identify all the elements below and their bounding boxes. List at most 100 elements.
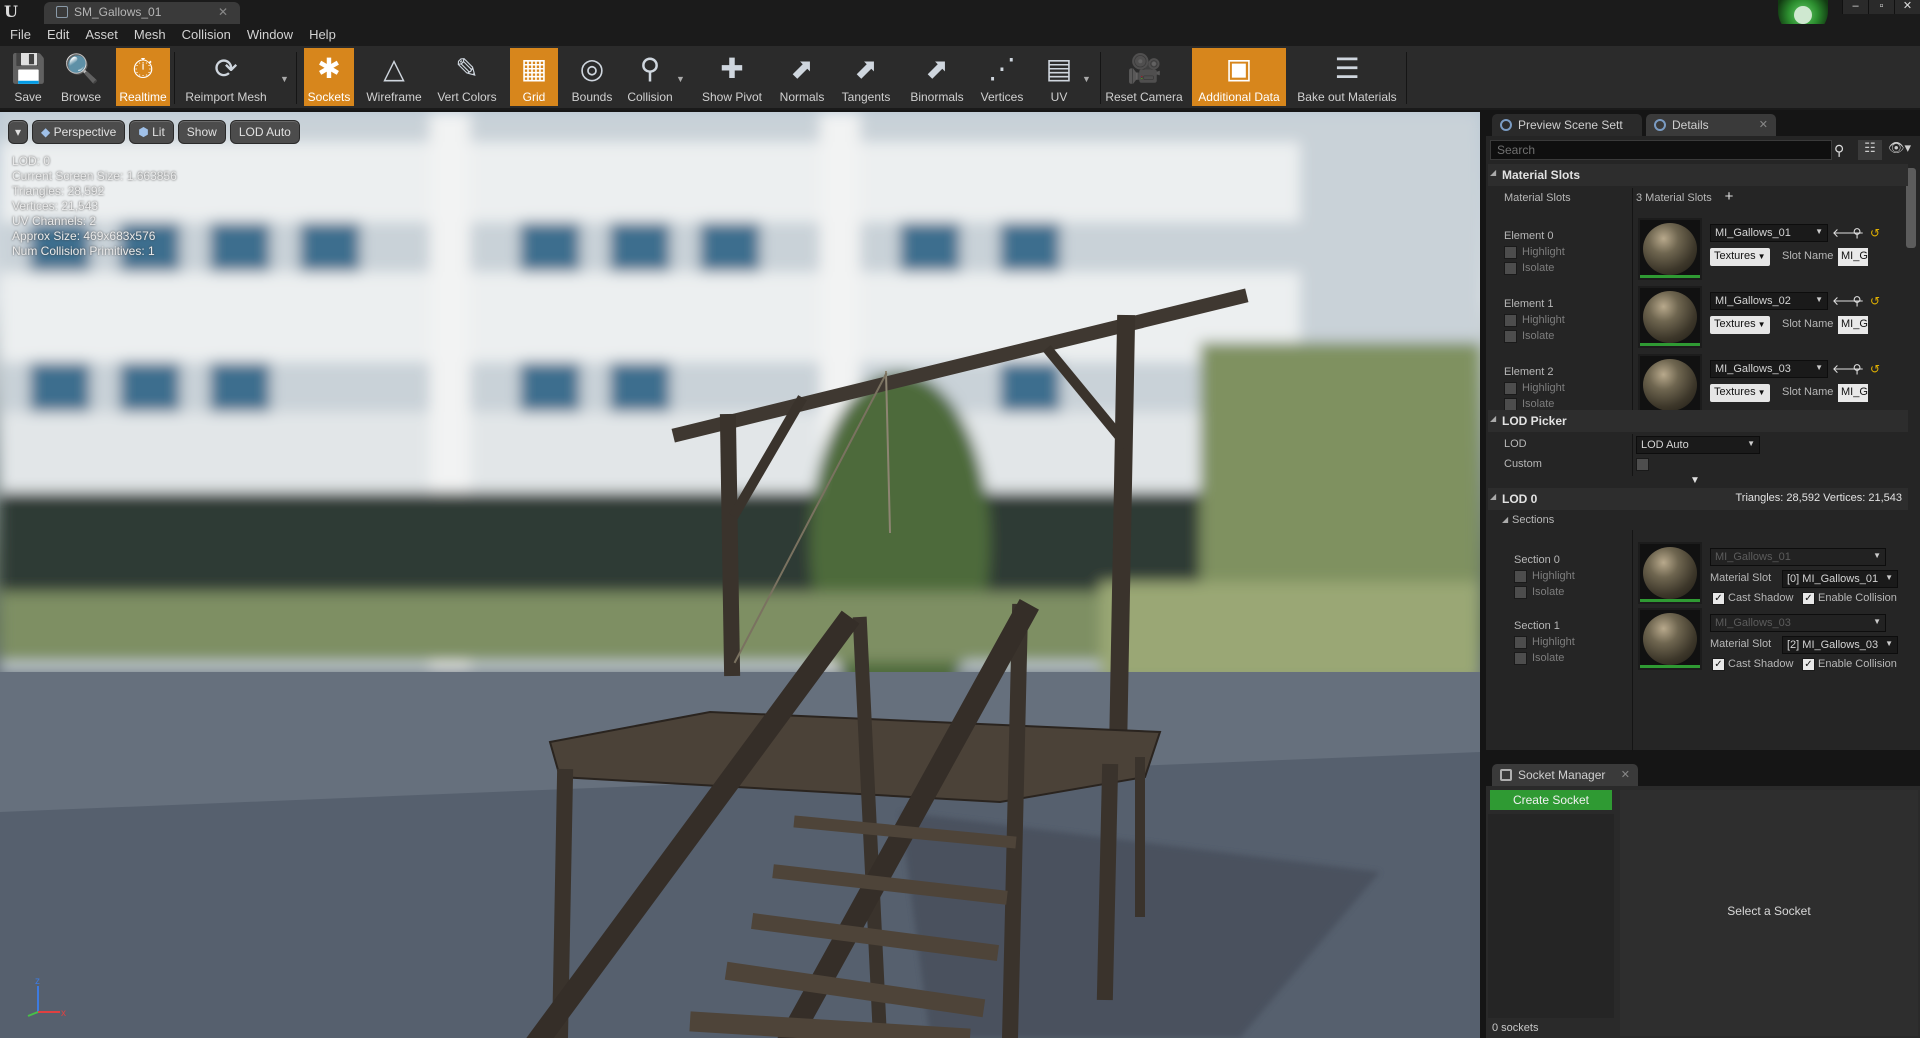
section-0-cast-shadow-checkbox[interactable]: ✓ <box>1712 592 1725 605</box>
element-0-material-combo[interactable]: MI_Gallows_01 ▼ <box>1710 224 1828 242</box>
section-0-highlight-checkbox[interactable]: Highlight <box>1514 570 1575 583</box>
checkbox[interactable] <box>1504 262 1517 275</box>
tab-details[interactable]: Details ✕ <box>1646 114 1776 136</box>
collision-button[interactable]: ⚲ Collision <box>622 48 678 106</box>
checkbox[interactable] <box>1514 636 1527 649</box>
reset-to-default-icon[interactable]: ↺ <box>1868 362 1882 376</box>
browse-asset-icon[interactable]: ⚲ <box>1850 226 1864 240</box>
section-0-material-thumbnail[interactable] <box>1638 542 1702 604</box>
menu-edit[interactable]: Edit <box>47 24 79 46</box>
element-0-material-thumbnail[interactable] <box>1638 218 1702 280</box>
checkbox[interactable] <box>1514 570 1527 583</box>
mesh-viewport[interactable]: ▾ ◆ Perspective ⬢ Lit Show LOD Auto LOD:… <box>0 112 1480 1038</box>
element-0-textures-button[interactable]: Textures ▼ <box>1710 248 1770 266</box>
checkbox[interactable] <box>1504 246 1517 259</box>
search-icon[interactable]: ⚲ <box>1834 142 1850 158</box>
uv-button[interactable]: ▤ UV <box>1036 48 1082 106</box>
lit-button[interactable]: ⬢ Lit <box>129 120 174 144</box>
expand-advanced-icon[interactable]: ▼ <box>1688 474 1702 488</box>
use-selected-arrow-icon[interactable]: 🡐 <box>1832 294 1864 308</box>
viewport-options-menu[interactable]: ▾ <box>8 120 29 144</box>
material-slots-header[interactable]: Material Slots <box>1488 164 1908 186</box>
show-button[interactable]: Show <box>177 120 226 144</box>
show-pivot-button[interactable]: ✚ Show Pivot <box>696 48 768 106</box>
normals-button[interactable]: ⬈ Normals <box>776 48 828 106</box>
maximize-button[interactable]: ▫ <box>1868 0 1894 14</box>
section-0-enable-collision-checkbox[interactable]: ✓ <box>1802 592 1815 605</box>
browse-button[interactable]: 🔍 Browse <box>56 48 106 106</box>
lod-select[interactable]: LOD Auto ▼ <box>1636 436 1760 454</box>
element-1-material-combo[interactable]: MI_Gallows_02 ▼ <box>1710 292 1828 310</box>
tangents-button[interactable]: ⬈ Tangents <box>836 48 896 106</box>
grid-button[interactable]: ▦ Grid <box>510 48 558 106</box>
tab-socket-manager[interactable]: Socket Manager ✕ <box>1492 764 1638 786</box>
vertices-button[interactable]: ⋰ Vertices <box>976 48 1028 106</box>
element-1-textures-button[interactable]: Textures ▼ <box>1710 316 1770 334</box>
menu-help[interactable]: Help <box>309 24 346 46</box>
menu-file[interactable]: File <box>10 24 41 46</box>
menu-collision[interactable]: Collision <box>182 24 241 46</box>
element-2-textures-button[interactable]: Textures ▼ <box>1710 384 1770 402</box>
section-1-cast-shadow-checkbox[interactable]: ✓ <box>1712 658 1725 671</box>
browse-asset-icon[interactable]: ⚲ <box>1850 294 1864 308</box>
element-1-highlight-checkbox[interactable]: Highlight <box>1504 314 1565 327</box>
minimize-button[interactable]: – <box>1842 0 1868 14</box>
lod-auto-button[interactable]: LOD Auto <box>229 120 300 144</box>
reimport-dropdown-icon[interactable]: ▼ <box>280 74 289 84</box>
uv-dropdown-icon[interactable]: ▼ <box>1082 74 1091 84</box>
close-tab-icon[interactable]: ✕ <box>218 5 228 19</box>
section-1-highlight-checkbox[interactable]: Highlight <box>1514 636 1575 649</box>
use-selected-arrow-icon[interactable]: 🡐 <box>1832 226 1864 240</box>
view-options-icon[interactable]: ☷ <box>1858 140 1882 160</box>
reset-to-default-icon[interactable]: ↺ <box>1868 226 1882 240</box>
element-2-material-thumbnail[interactable] <box>1638 354 1702 416</box>
section-1-isolate-checkbox[interactable]: Isolate <box>1514 652 1564 665</box>
collision-dropdown-icon[interactable]: ▼ <box>676 74 685 84</box>
create-socket-button[interactable]: Create Socket <box>1490 790 1612 810</box>
lod-picker-header[interactable]: LOD Picker <box>1488 410 1908 432</box>
element-1-isolate-checkbox[interactable]: Isolate <box>1504 330 1554 343</box>
element-2-isolate-checkbox[interactable]: Isolate <box>1504 398 1554 411</box>
search-input[interactable] <box>1490 140 1832 160</box>
close-tab-icon[interactable]: ✕ <box>1621 768 1630 781</box>
reset-to-default-icon[interactable]: ↺ <box>1868 294 1882 308</box>
realtime-button[interactable]: ⏱ Realtime <box>116 48 170 106</box>
add-material-slot-icon[interactable]: + <box>1722 189 1736 204</box>
checkbox[interactable] <box>1514 652 1527 665</box>
section-1-material-thumbnail[interactable] <box>1638 608 1702 670</box>
reimport-mesh-button[interactable]: ⟳ Reimport Mesh <box>180 48 272 106</box>
reset-camera-button[interactable]: 🎥 Reset Camera <box>1104 48 1184 106</box>
element-2-highlight-checkbox[interactable]: Highlight <box>1504 382 1565 395</box>
checkbox[interactable] <box>1504 330 1517 343</box>
eye-icon[interactable]: 👁▾ <box>1888 140 1916 160</box>
document-tab[interactable]: SM_Gallows_01 ✕ <box>44 2 240 24</box>
browse-asset-icon[interactable]: ⚲ <box>1850 362 1864 376</box>
bounds-button[interactable]: ◎ Bounds <box>564 48 620 106</box>
menu-asset[interactable]: Asset <box>85 24 128 46</box>
use-selected-arrow-icon[interactable]: 🡐 <box>1832 362 1864 376</box>
menu-mesh[interactable]: Mesh <box>134 24 176 46</box>
element-0-slot-name-field[interactable]: MI_Gallows_01 <box>1838 248 1868 266</box>
checkbox[interactable] <box>1504 382 1517 395</box>
perspective-button[interactable]: ◆ Perspective <box>32 120 126 144</box>
element-2-material-combo[interactable]: MI_Gallows_03 ▼ <box>1710 360 1828 378</box>
lod-0-header[interactable]: LOD 0 Triangles: 28,592 Vertices: 21,543 <box>1488 488 1908 510</box>
close-window-button[interactable]: ✕ <box>1894 0 1920 14</box>
tab-preview-scene-settings[interactable]: Preview Scene Sett <box>1492 114 1642 136</box>
section-0-material-slot-select[interactable]: [0] MI_Gallows_01 ▼ <box>1782 570 1898 588</box>
element-2-slot-name-field[interactable]: MI_Gallows_03 <box>1838 384 1868 402</box>
element-0-isolate-checkbox[interactable]: Isolate <box>1504 262 1554 275</box>
checkbox[interactable] <box>1504 314 1517 327</box>
menu-window[interactable]: Window <box>247 24 303 46</box>
vert-colors-button[interactable]: ✎ Vert Colors <box>432 48 502 106</box>
section-0-isolate-checkbox[interactable]: Isolate <box>1514 586 1564 599</box>
bake-out-materials-button[interactable]: ☰ Bake out Materials <box>1292 48 1402 106</box>
element-1-material-thumbnail[interactable] <box>1638 286 1702 348</box>
sockets-button[interactable]: ✱ Sockets <box>304 48 354 106</box>
element-1-slot-name-field[interactable]: MI_Gallows_02 <box>1838 316 1868 334</box>
element-0-highlight-checkbox[interactable]: Highlight <box>1504 246 1565 259</box>
binormals-button[interactable]: ⬈ Binormals <box>906 48 968 106</box>
checkbox[interactable] <box>1514 586 1527 599</box>
additional-data-button[interactable]: ▣ Additional Data <box>1192 48 1286 106</box>
sections-label[interactable]: ◢ Sections <box>1502 514 1554 526</box>
